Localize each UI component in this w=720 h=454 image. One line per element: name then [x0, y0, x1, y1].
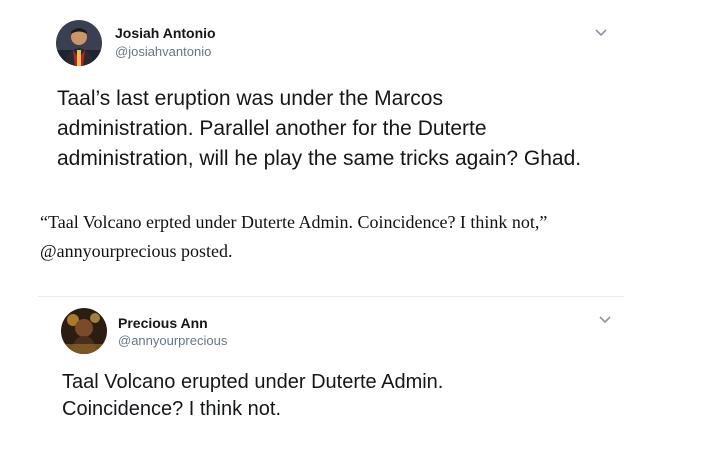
chevron-down-icon[interactable]	[594, 28, 608, 38]
chevron-down-icon[interactable]	[598, 315, 612, 325]
author-name[interactable]: Josiah Antonio	[115, 25, 216, 41]
author-handle[interactable]: @annyourprecious	[118, 333, 227, 348]
tweet-text-line: Taal Volcano erupted under Duterte Admin…	[62, 371, 444, 393]
tweet-josiah: Josiah Antonio @josiahvantonio Taal’s la…	[0, 0, 720, 190]
tweet-text-line: administration, will he play the same tr…	[57, 147, 582, 170]
tweet-text-line: Coincidence? I think not.	[62, 398, 282, 420]
avatar-image	[61, 308, 107, 354]
tweet-precious: Precious Ann @annyourprecious Taal Volca…	[0, 297, 720, 454]
avatar-image	[56, 20, 102, 66]
caption-line: “Taal Volcano erpted under Duterte Admin…	[40, 212, 548, 232]
article-caption: “Taal Volcano erpted under Duterte Admin…	[40, 208, 700, 266]
author-name[interactable]: Precious Ann	[118, 315, 208, 331]
tweet-text: Taal’s last eruption was under the Marco…	[57, 84, 697, 174]
avatar[interactable]	[56, 20, 102, 66]
avatar[interactable]	[61, 308, 107, 354]
caption-line: @annyourprecious posted.	[40, 241, 233, 261]
author-handle[interactable]: @josiahvantonio	[115, 44, 211, 59]
tweet-text-line: administration. Parallel another for the…	[57, 117, 487, 140]
tweet-text-line: Taal’s last eruption was under the Marco…	[57, 87, 443, 110]
tweet-text: Taal Volcano erupted under Duterte Admin…	[62, 369, 682, 423]
